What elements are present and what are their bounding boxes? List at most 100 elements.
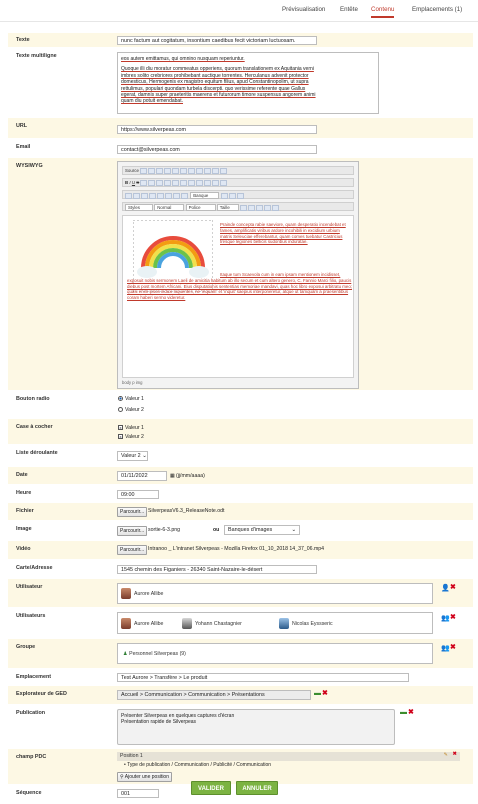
strike-button[interactable]: S (136, 180, 139, 185)
source-button[interactable]: Source (125, 168, 139, 173)
format-select[interactable]: Normal (154, 204, 185, 211)
size-select[interactable]: Taille (216, 204, 239, 211)
publication-textarea[interactable]: Présenter Silverpeas en quelques capture… (117, 709, 395, 745)
bg-color-icon[interactable] (248, 204, 256, 211)
text-color-icon[interactable] (240, 204, 248, 211)
user-icon[interactable] (228, 192, 236, 199)
select-user-icon[interactable]: 👤 (441, 584, 450, 592)
user-chip[interactable]: Nicolas Eyssseric (279, 618, 333, 629)
tab-locations[interactable]: Emplacements (1) (412, 6, 462, 13)
delete-icon[interactable]: ✖ (450, 643, 456, 651)
text-input[interactable]: nunc factum aut cogitatum, insontium cae… (117, 36, 317, 45)
blockquote-icon[interactable] (188, 180, 196, 186)
align-center-icon[interactable] (204, 180, 212, 186)
time-input[interactable]: 09:00 (117, 490, 159, 499)
copy-icon[interactable] (180, 168, 188, 174)
multiline-textarea[interactable]: eos autem emittamus, qui omnino nusquam … (117, 52, 379, 114)
radio-selected-icon[interactable] (118, 396, 123, 402)
maximize-icon[interactable] (256, 204, 264, 211)
user-chip[interactable]: Aurore Allibe (121, 618, 163, 629)
publication-picker-icon[interactable]: ▬ (400, 709, 407, 716)
preview-icon[interactable] (156, 168, 164, 174)
find-icon[interactable] (212, 168, 220, 174)
print-icon[interactable] (164, 168, 172, 174)
styles-select[interactable]: Styles (125, 204, 153, 211)
unlink-icon[interactable] (133, 192, 140, 199)
font-select[interactable]: Police (185, 204, 216, 211)
numbered-list-icon[interactable] (156, 180, 164, 186)
cut-icon[interactable] (172, 168, 180, 174)
email-input[interactable]: contact@silverpeas.com (117, 145, 317, 154)
link-icon[interactable] (125, 192, 132, 199)
validate-button[interactable]: VALIDER (191, 781, 231, 795)
video-browse-button[interactable]: Parcourir... (117, 545, 148, 555)
tab-content[interactable]: Contenu (371, 6, 395, 18)
cancel-button[interactable]: ANNULER (236, 781, 278, 795)
gallery-icon[interactable] (220, 192, 228, 199)
radio-option-1[interactable]: Valeur 1 (118, 396, 144, 402)
hr-icon[interactable] (173, 192, 180, 199)
help-icon[interactable] (272, 204, 280, 211)
superscript-icon[interactable] (148, 180, 156, 186)
bold-button[interactable]: B (125, 180, 128, 185)
group-chip[interactable]: ♟ Personnel Silverpeas (9) (123, 651, 186, 657)
delete-icon[interactable]: ✖ (408, 708, 414, 716)
file-browse-button[interactable]: Parcourir... (117, 507, 148, 517)
delete-icon[interactable]: ✖ (450, 613, 456, 621)
calendar-icon[interactable]: ▦ (170, 473, 175, 479)
subscript-icon[interactable] (140, 180, 148, 186)
outdent-icon[interactable] (172, 180, 180, 186)
justify-icon[interactable] (220, 180, 228, 186)
document-icon[interactable] (236, 192, 244, 199)
tab-preview[interactable]: Prévisualisation (282, 6, 325, 13)
new-page-icon[interactable] (148, 168, 156, 174)
replace-icon[interactable] (220, 168, 228, 174)
address-input[interactable]: 1545 chemin des Figaniers - 26340 Saint-… (117, 565, 317, 574)
indent-icon[interactable] (180, 180, 188, 186)
bullet-list-icon[interactable] (164, 180, 172, 186)
user-chip[interactable]: Yohann Chastagnier (182, 618, 242, 629)
add-position-button[interactable]: ⚲ Ajouter une position (117, 772, 172, 782)
select-users-icon[interactable]: 👥 (441, 614, 450, 622)
font-bank-select[interactable]: Banque (190, 192, 220, 199)
checkbox-checked-icon[interactable]: x (118, 434, 123, 440)
flash-icon[interactable] (157, 192, 164, 199)
user-chip[interactable]: Aurore Allibe (121, 588, 163, 599)
edit-icon[interactable]: ✎ (444, 752, 448, 758)
save-icon[interactable] (140, 168, 148, 174)
italic-button[interactable]: I (129, 180, 130, 185)
checkbox-checked-icon[interactable]: x (118, 425, 123, 431)
align-left-icon[interactable] (196, 180, 204, 186)
wysiwyg-editor[interactable]: Source B I U S Banque Styles Normal Poli… (117, 161, 359, 389)
url-input[interactable]: https://www.silverpeas.com (117, 125, 317, 134)
sequence-input[interactable]: 001 (117, 789, 159, 798)
delete-icon[interactable]: ✖ (453, 751, 457, 757)
checkbox-option-2[interactable]: x Valeur 2 (118, 434, 144, 440)
image-browse-button[interactable]: Parcourir... (117, 526, 148, 536)
date-input[interactable]: 01/11/2022 (117, 471, 167, 481)
smiley-icon[interactable] (181, 192, 188, 199)
show-blocks-icon[interactable] (264, 204, 272, 211)
underline-button[interactable]: U (132, 180, 135, 185)
select-group-icon[interactable]: 👥 (441, 644, 450, 652)
radio-option-2[interactable]: Valeur 2 (118, 407, 144, 413)
anchor-icon[interactable] (141, 192, 148, 199)
image-icon[interactable] (149, 192, 156, 199)
align-right-icon[interactable] (212, 180, 220, 186)
undo-icon[interactable] (196, 168, 204, 174)
redo-icon[interactable] (204, 168, 212, 174)
radio-icon[interactable] (118, 407, 123, 413)
folder-icon[interactable]: ▬ (314, 690, 321, 697)
checkbox-option-1[interactable]: x Valeur 1 (118, 425, 144, 431)
wysiwyg-content[interactable]: Prainde concepta rabie saeviore, quam de… (122, 215, 354, 378)
tab-header[interactable]: Entête (340, 6, 358, 13)
table-icon[interactable] (165, 192, 172, 199)
image-bank-select[interactable]: Banques d'images ⌄ (224, 525, 300, 535)
delete-icon[interactable]: ✖ (322, 689, 328, 697)
ged-path-input[interactable]: Accueil > Communication > Communication … (117, 690, 311, 700)
select-dropdown[interactable]: Valeur 2 ⌄ (117, 451, 148, 461)
paste-icon[interactable] (188, 168, 196, 174)
row-publication: Publication Présenter Silverpeas en quel… (8, 705, 473, 749)
delete-icon[interactable]: ✖ (450, 583, 456, 591)
location-input[interactable]: Test Aurore > Transfère > Le produit (117, 673, 409, 682)
